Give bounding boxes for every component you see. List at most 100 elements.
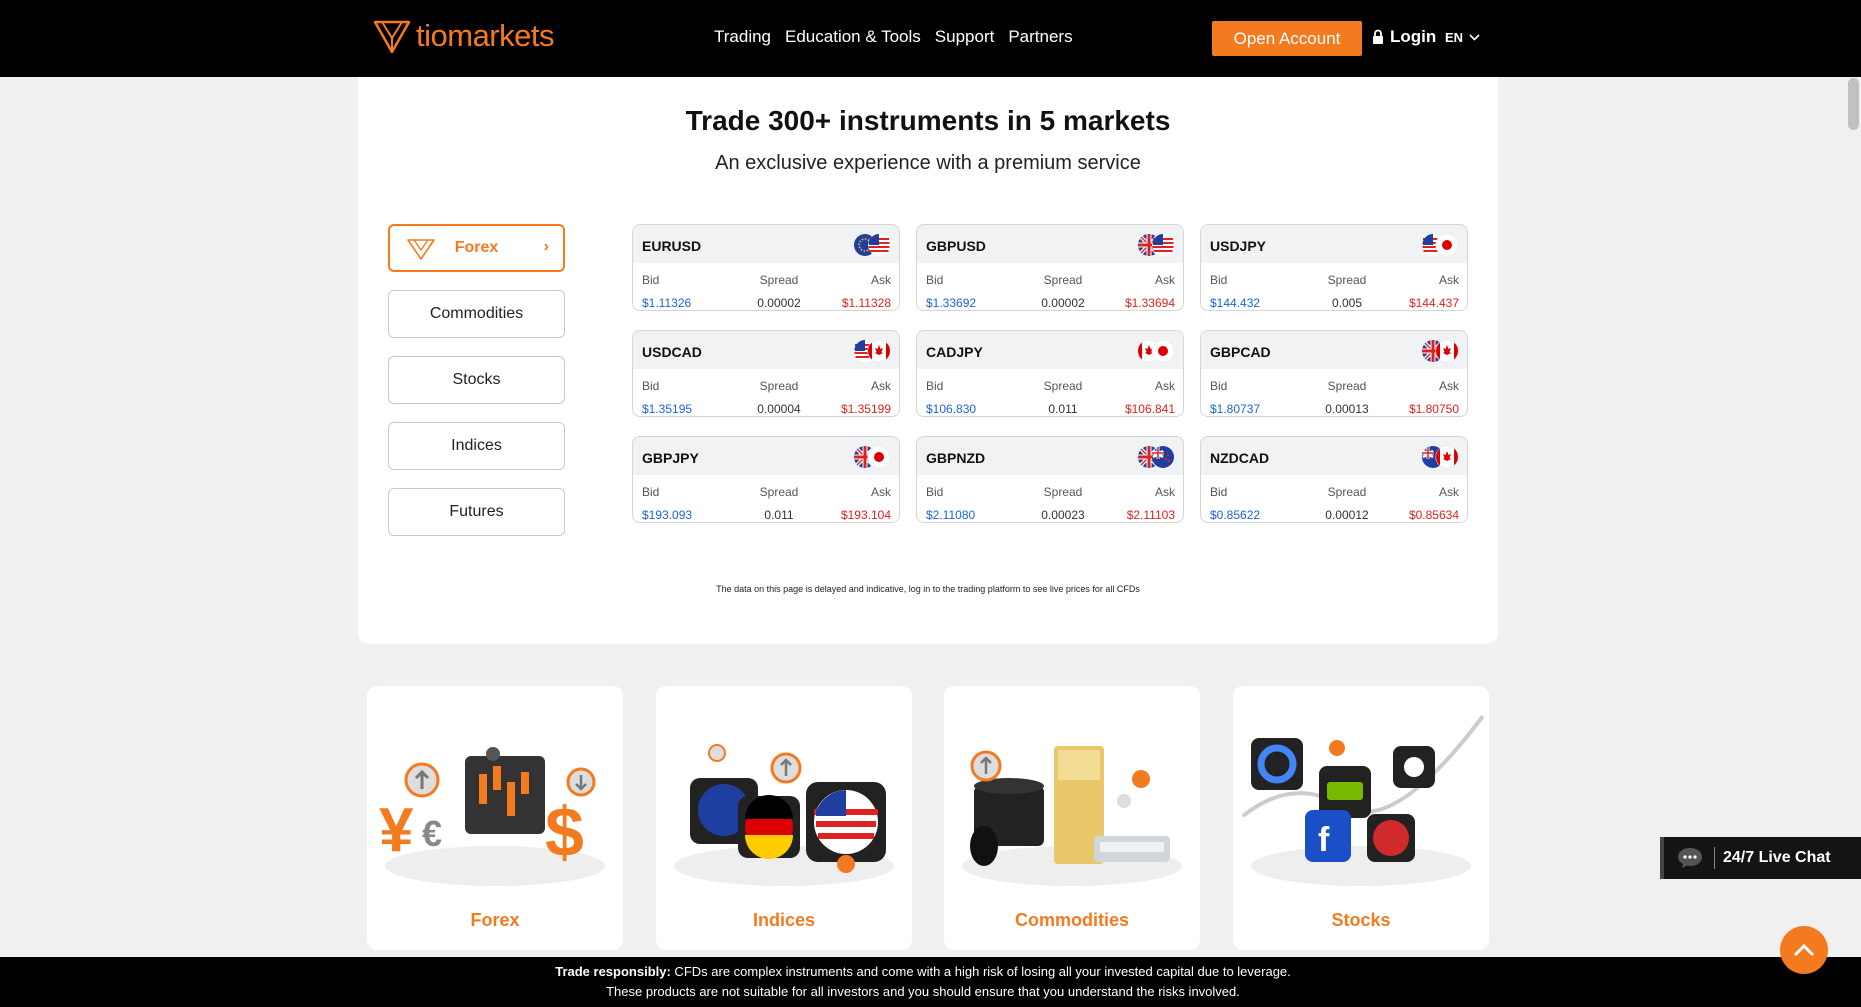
top-navigation: tiomarkets Trading Education & Tools Sup… (0, 0, 1861, 77)
pair-symbol: GBPUSD (926, 238, 986, 254)
tile-label: Indices (752, 910, 816, 930)
pair-symbol: GBPJPY (642, 450, 699, 466)
ask-label: Ask (1438, 273, 1459, 287)
bid-label: Bid (1210, 273, 1228, 287)
jp-flag-icon (1151, 339, 1175, 363)
bid-label: Bid (926, 273, 944, 287)
bid-price: $106.830 (926, 402, 977, 416)
open-account-button[interactable]: Open Account (1212, 21, 1362, 56)
pair-flags (1138, 446, 1174, 468)
pair-card[interactable]: EURUSD Bid Spread Ask $1.11326 0.00002 $1.1132… (632, 224, 900, 311)
pair-flags (1422, 233, 1459, 257)
pair-header: GBPCAD (1201, 331, 1467, 369)
pair-card[interactable]: GBPUSD Bid Spread Ask $1.33692 0.00002 $1.3369… (916, 224, 1184, 311)
spread-label: Spread (759, 273, 799, 287)
login-button[interactable]: Login (1372, 27, 1436, 47)
pair-symbol: GBPNZD (926, 450, 986, 466)
bid-price: $2.11080 (926, 508, 976, 522)
tab-forex[interactable]: Forex › (388, 224, 565, 272)
nav-support[interactable]: Support (935, 27, 995, 47)
tile-commodities[interactable]: Commodities (944, 686, 1200, 950)
tio-logo-icon (373, 20, 411, 54)
bid-label: Bid (642, 485, 660, 499)
pair-header: CADJPY (917, 331, 1183, 369)
brand-logo[interactable]: tiomarkets (372, 16, 554, 56)
scroll-to-top-button[interactable] (1780, 926, 1828, 974)
pair-card[interactable]: GBPNZD Bid Spread Ask $2.11080 0.00023 $2.1110… (916, 436, 1184, 523)
forex-illustration-icon: ¥ € $ (379, 747, 605, 886)
tile-label: Forex (470, 910, 520, 930)
nav-education-tools[interactable]: Education & Tools (785, 27, 921, 47)
language-label: EN (1445, 30, 1464, 45)
live-chat-label: 24/7 Live Chat (1723, 849, 1831, 866)
pair-symbol: CADJPY (926, 344, 983, 360)
ask-price: $106.841 (1124, 402, 1175, 416)
pair-header: USDCAD (633, 331, 899, 369)
pair-card[interactable]: NZDCAD Bid Spread Ask $0.85622 0.00012 $0.8563… (1200, 436, 1468, 523)
divider (1714, 847, 1715, 869)
tab-stocks[interactable]: Stocks (388, 356, 565, 404)
spread-value: 0.00004 (757, 402, 801, 416)
instruments-panel: Trade 300+ instruments in 5 markets An e… (358, 77, 1498, 644)
bid-price: $1.35195 (642, 402, 693, 416)
tab-indices[interactable]: Indices (388, 422, 565, 470)
spread-value: 0.00012 (1325, 508, 1369, 522)
pair-symbol: USDJPY (1210, 238, 1267, 254)
tab-futures[interactable]: Futures (388, 488, 565, 536)
pair-header: EURUSD (633, 225, 899, 263)
pair-flags (1138, 234, 1174, 256)
pair-flags (1422, 339, 1459, 363)
svg-text:$: $ (545, 793, 584, 871)
risk-warning-heading: Trade responsibly: (555, 964, 671, 979)
spread-label: Spread (1043, 379, 1083, 393)
pair-symbol: NZDCAD (1210, 450, 1270, 466)
pair-flags (854, 445, 891, 469)
risk-warning-text: CFDs are complex instruments and come wi… (670, 964, 1291, 979)
pair-card[interactable]: GBPCAD Bid Spread Ask $1.80737 0.00013 $1.8075… (1200, 330, 1468, 417)
tab-label: Futures (449, 503, 504, 520)
main-menu: Trading Education & Tools Support Partne… (714, 27, 1087, 47)
pair-prices: $1.80737 0.00013 $1.80750 (1210, 402, 1459, 416)
bid-price: $1.11326 (642, 296, 692, 310)
risk-warning-bar: Trade responsibly: CFDs are complex inst… (0, 957, 1861, 1007)
bid-label: Bid (1210, 485, 1228, 499)
ask-label: Ask (1154, 485, 1175, 499)
us-flag-icon (1152, 234, 1174, 256)
svg-text:€: € (422, 813, 442, 854)
pair-card[interactable]: USDCAD Bid Spread Ask $1.35195 0.00004 $1.3519… (632, 330, 900, 417)
pair-card[interactable]: USDJPY Bid Spread Ask $144.432 0.005 $144.437 (1200, 224, 1468, 311)
tab-label: Stocks (452, 371, 501, 388)
ca-flag-icon (867, 339, 891, 363)
pair-column-labels: Bid Spread Ask (642, 379, 891, 393)
pair-prices: $193.093 0.011 $193.104 (642, 508, 891, 522)
spread-value: 0.00013 (1325, 402, 1369, 416)
bid-label: Bid (642, 379, 660, 393)
pair-column-labels: Bid Spread Ask (1210, 485, 1459, 499)
pair-symbol: GBPCAD (1210, 344, 1271, 360)
pair-card[interactable]: GBPJPY Bid Spread Ask $193.093 0.011 $193.104 (632, 436, 900, 523)
tile-stocks[interactable]: f Stocks (1233, 686, 1489, 950)
spread-label: Spread (1327, 485, 1367, 499)
spread-label: Spread (759, 379, 799, 393)
nav-trading[interactable]: Trading (714, 27, 771, 47)
tab-commodities[interactable]: Commodities (388, 290, 565, 338)
ca-flag-icon (1435, 445, 1459, 469)
pair-prices: $144.432 0.005 $144.437 (1210, 296, 1459, 310)
risk-warning-line-2: These products are not suitable for all … (606, 984, 1240, 999)
language-selector[interactable]: EN (1445, 30, 1480, 45)
pair-header: GBPUSD (917, 225, 1183, 263)
pair-prices: $0.85622 0.00012 $0.85634 (1210, 508, 1459, 522)
tile-forex[interactable]: ¥ € $ Forex (367, 686, 623, 950)
spread-value: 0.011 (764, 508, 794, 522)
scrollbar-thumb[interactable] (1848, 78, 1859, 130)
tab-label: Indices (451, 437, 502, 454)
pair-card[interactable]: CADJPY Bid Spread Ask $106.830 0.011 $106.841 (916, 330, 1184, 417)
spread-value: 0.00023 (1041, 508, 1085, 522)
live-chat-button[interactable]: 24/7 Live Chat (1660, 837, 1861, 879)
nav-partners[interactable]: Partners (1008, 27, 1072, 47)
svg-text:f: f (1318, 821, 1330, 859)
pair-prices: $1.11326 0.00002 $1.11328 (642, 296, 891, 310)
tab-label: Commodities (429, 305, 524, 322)
section-subtitle: An exclusive experience with a premium s… (715, 152, 1141, 174)
tile-indices[interactable]: Indices (656, 686, 912, 950)
